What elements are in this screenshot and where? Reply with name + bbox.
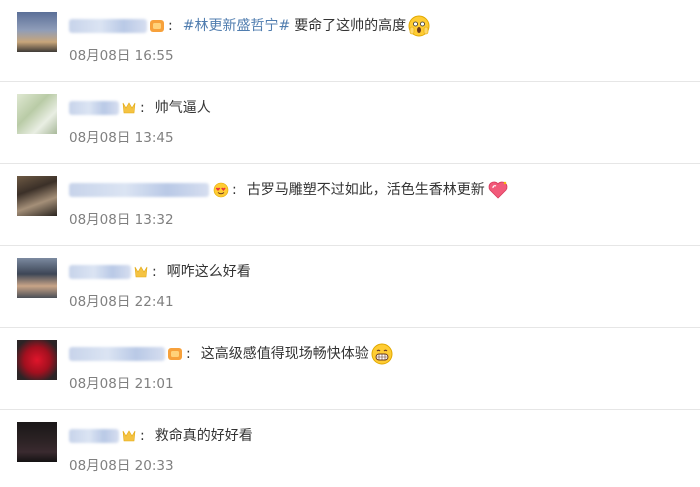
colon: : (152, 264, 157, 280)
comment-item: : 帅气逼人 08月08日 13:45 (0, 82, 700, 164)
comment-text: 帅气逼人 (154, 100, 211, 116)
comment-item: : 古罗马雕塑不过如此，活色生香林更新 08月08日 13:32 (0, 164, 700, 246)
comment-item: : 救命真的好好看 08月08日 20:33 (0, 410, 700, 487)
username-blurred[interactable] (69, 347, 165, 361)
comment-text: 这高级感值得现场畅快体验 (200, 346, 369, 362)
orange-vip-badge (167, 346, 183, 362)
colon: : (168, 18, 173, 34)
timestamp: 08月08日 22:41 (69, 294, 174, 310)
timestamp: 08月08日 13:32 (69, 212, 174, 228)
grin-face-emoji (371, 343, 393, 365)
timestamp: 08月08日 21:01 (69, 376, 174, 392)
timestamp: 08月08日 16:55 (69, 48, 174, 64)
gold-vip-badge (121, 100, 137, 116)
gold-vip-badge (133, 264, 149, 280)
colon: : (232, 182, 237, 198)
avatar[interactable] (17, 422, 57, 462)
avatar[interactable] (17, 12, 57, 52)
avatar[interactable] (17, 340, 57, 380)
username-blurred[interactable] (69, 429, 119, 443)
colon: : (140, 100, 145, 116)
orange-vip-badge (149, 18, 165, 34)
comment-item: : 这高级感值得现场畅快体验 08月08日 21:01 (0, 328, 700, 410)
heart-eyes-badge (213, 182, 229, 198)
avatar[interactable] (17, 94, 57, 134)
username-blurred[interactable] (69, 265, 131, 279)
comment-text: 啊咋这么好看 (166, 264, 251, 280)
comment-item: : #林更新盛哲宁# 要命了这帅的高度 08月08日 16:55 (0, 0, 700, 82)
comment-text: 要命了这帅的高度 (294, 18, 407, 34)
timestamp: 08月08日 13:45 (69, 130, 174, 146)
avatar[interactable] (17, 176, 57, 216)
scream-face-emoji (408, 15, 430, 37)
username-blurred[interactable] (69, 19, 147, 33)
gold-vip-badge (121, 428, 137, 444)
username-blurred[interactable] (69, 183, 209, 197)
comment-list: : #林更新盛哲宁# 要命了这帅的高度 08月08日 16:55 : 帅气逼人 … (0, 0, 700, 487)
comment-item: : 啊咋这么好看 08月08日 22:41 (0, 246, 700, 328)
comment-text: 救命真的好好看 (154, 428, 253, 444)
username-blurred[interactable] (69, 101, 119, 115)
avatar[interactable] (17, 258, 57, 298)
colon: : (186, 346, 191, 362)
heart-emoji (487, 179, 509, 201)
colon: : (140, 428, 145, 444)
comment-text: 古罗马雕塑不过如此，活色生香林更新 (246, 182, 485, 198)
hashtag-link[interactable]: #林更新盛哲宁# (183, 14, 290, 38)
timestamp: 08月08日 20:33 (69, 458, 174, 474)
